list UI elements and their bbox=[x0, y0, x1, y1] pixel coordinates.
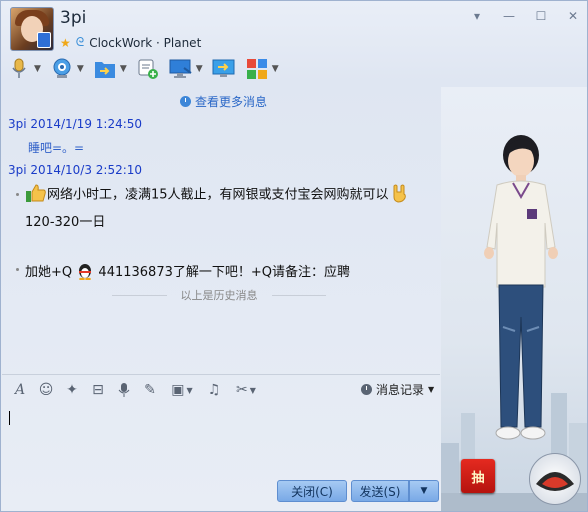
message-header: 3pi 2014/10/3 2:52:10 bbox=[8, 163, 143, 177]
send-file-button[interactable]: ▼ bbox=[93, 57, 127, 81]
share-screen-button[interactable] bbox=[212, 57, 236, 81]
contact-signature: ★ ᘓ ClockWork · Planet bbox=[60, 35, 201, 50]
send-button[interactable]: 发送(S) bbox=[351, 480, 409, 502]
text-caret bbox=[9, 411, 10, 425]
screenshot-shake-icon[interactable]: ⊟ bbox=[87, 380, 109, 400]
message-header: 3pi 2014/1/19 1:24:50 bbox=[8, 117, 143, 131]
add-note-button[interactable] bbox=[136, 57, 160, 81]
remote-desktop-icon bbox=[169, 57, 193, 81]
message-text: 睡吧=。= bbox=[28, 141, 85, 155]
window-controls: ▾ — ☐ ✕ bbox=[461, 9, 587, 23]
chevron-down-icon: ▼ bbox=[420, 486, 428, 496]
music-icon[interactable]: ♫ bbox=[203, 380, 225, 400]
message-text: 加她+Q 441136873了解一下吧！+Q请备注：应聘 bbox=[25, 261, 350, 284]
remote-desktop-button[interactable]: ▼ bbox=[169, 57, 203, 81]
edit-icon[interactable]: ✎ bbox=[139, 380, 161, 400]
avatar-figure bbox=[484, 135, 558, 440]
video-camera-icon bbox=[50, 57, 74, 81]
show-logo-icon[interactable] bbox=[529, 453, 581, 505]
history-divider: 以上是历史消息 bbox=[112, 287, 326, 303]
magic-wand-icon[interactable]: ✦ bbox=[61, 380, 83, 400]
close-icon[interactable]: ✕ bbox=[557, 9, 587, 23]
voice-call-button[interactable]: ▼ bbox=[7, 57, 41, 81]
video-call-button[interactable]: ▼ bbox=[50, 57, 84, 81]
signature-text: ClockWork · Planet bbox=[89, 35, 202, 50]
message-area[interactable]: 查看更多消息 3pi 2014/1/19 1:24:50 睡吧=。= 3pi 2… bbox=[2, 87, 440, 373]
message-input[interactable] bbox=[2, 403, 440, 475]
maximize-icon[interactable]: ☐ bbox=[525, 9, 557, 23]
image-icon[interactable]: ▣ ▼ bbox=[165, 380, 199, 400]
contact-avatar[interactable] bbox=[10, 7, 54, 51]
view-more-link[interactable]: 查看更多消息 bbox=[180, 93, 267, 110]
avatar-show-panel: 抽 bbox=[441, 87, 587, 511]
apps-button[interactable]: ▼ bbox=[245, 57, 279, 81]
chat-window: 3pi ★ ᘓ ClockWork · Planet ▾ — ☐ ✕ ▼ ▼ ▼ bbox=[0, 0, 588, 512]
divider bbox=[2, 374, 440, 375]
message-records-button[interactable]: 消息记录 ▼ bbox=[361, 381, 434, 398]
font-icon[interactable]: A bbox=[9, 380, 31, 400]
add-note-icon bbox=[136, 57, 160, 81]
history-clock-icon bbox=[361, 384, 372, 395]
share-screen-icon bbox=[212, 57, 236, 81]
bullet bbox=[16, 193, 19, 196]
lottery-box-button[interactable]: 抽 bbox=[461, 459, 495, 493]
chat-toolbar: ▼ ▼ ▼ ▼ ▼ bbox=[7, 55, 288, 83]
send-options-button[interactable]: ▼ bbox=[409, 480, 439, 502]
message-text: 120-320一日 bbox=[25, 215, 106, 230]
rock-hand-icon bbox=[389, 183, 411, 207]
scissors-icon[interactable]: ✂ ▼ bbox=[229, 380, 263, 400]
input-toolbar: A ☺ ✦ ⊟ ✎ ▣ ▼ ♫ ✂ ▼ bbox=[9, 379, 267, 401]
phone-online-icon bbox=[37, 32, 51, 48]
thumbs-up-icon bbox=[25, 183, 47, 207]
star-icon[interactable]: ★ bbox=[60, 36, 71, 50]
send-file-icon bbox=[93, 57, 117, 81]
apps-grid-icon bbox=[245, 57, 269, 81]
clock-icon bbox=[180, 96, 191, 107]
close-button[interactable]: 关闭(C) bbox=[277, 480, 347, 502]
menu-chevron-icon[interactable]: ▾ bbox=[461, 9, 493, 23]
emoji-icon[interactable]: ☺ bbox=[35, 380, 57, 400]
voice-message-icon[interactable] bbox=[113, 380, 135, 400]
qzone-icon[interactable]: ᘓ bbox=[76, 35, 84, 50]
contact-name: 3pi bbox=[60, 8, 87, 28]
qq-penguin-icon bbox=[76, 262, 94, 284]
chevron-down-icon: ▼ bbox=[428, 385, 435, 394]
minimize-icon[interactable]: — bbox=[493, 9, 525, 23]
message-text: 网络小时工，凌满15人截止，有网银或支付宝会网购就可以 bbox=[25, 183, 411, 207]
microphone-icon bbox=[7, 57, 31, 81]
bullet bbox=[16, 268, 19, 271]
